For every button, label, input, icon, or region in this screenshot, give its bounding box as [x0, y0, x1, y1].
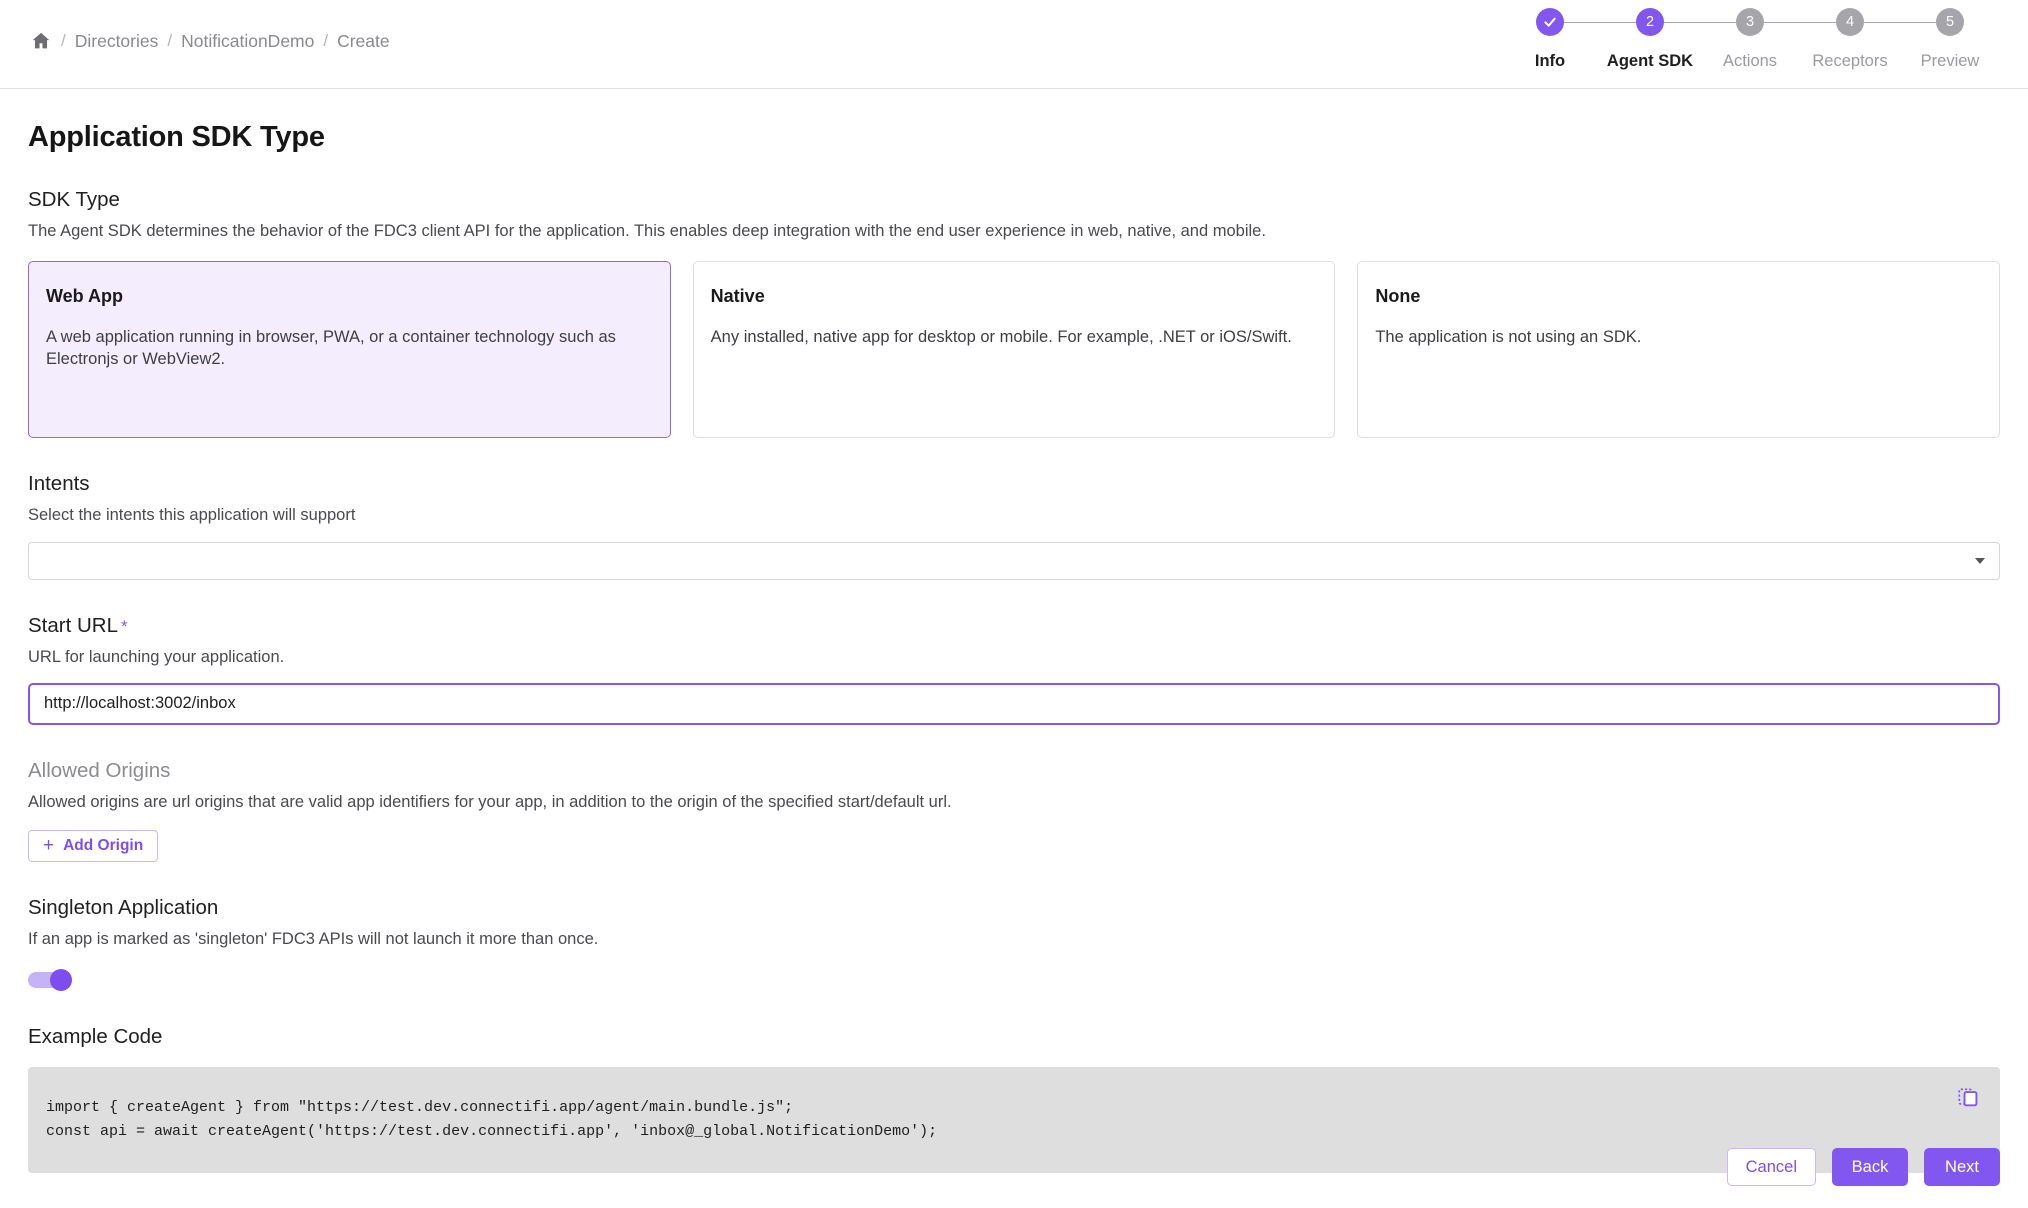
- check-icon: [1544, 17, 1556, 27]
- singleton-toggle-knob: [50, 969, 72, 992]
- sdk-card-web-app-description: A web application running in browser, PW…: [46, 327, 616, 369]
- add-origin-button[interactable]: + Add Origin: [28, 829, 159, 862]
- step-actions-indicator: 3: [1736, 8, 1764, 36]
- start-url-heading: Start URL *: [28, 614, 2000, 638]
- allowed-origins-heading: Allowed Origins: [28, 758, 171, 782]
- back-button[interactable]: Back: [1832, 1148, 1908, 1186]
- breadcrumb-separator-1: /: [167, 31, 173, 50]
- start-url-required-marker: *: [121, 617, 128, 637]
- singleton-heading: Singleton Application: [28, 895, 219, 919]
- example-code-heading: Example Code: [28, 1025, 163, 1049]
- copy-icon[interactable]: [1956, 1086, 1980, 1110]
- step-info[interactable]: Info: [1500, 8, 1600, 71]
- breadcrumb-separator-0: /: [61, 31, 66, 50]
- sdk-type-description: The Agent SDK determines the behavior of…: [28, 222, 1266, 240]
- example-code-line-1: import { createAgent } from "https://tes…: [46, 1099, 794, 1117]
- top-bar: / Directories / NotificationDemo / Creat…: [0, 0, 2028, 89]
- step-preview-label: Preview: [1920, 52, 1980, 70]
- sdk-card-none[interactable]: None The application is not using an SDK…: [1357, 260, 2001, 438]
- sdk-card-native[interactable]: Native Any installed, native app for des…: [692, 260, 1336, 438]
- plus-icon: +: [43, 835, 55, 856]
- singleton-toggle[interactable]: [28, 969, 76, 992]
- next-button[interactable]: Next: [1924, 1148, 2000, 1186]
- step-info-indicator: [1536, 8, 1564, 36]
- step-receptors[interactable]: 4 Receptors: [1800, 8, 1900, 71]
- wizard-stepper: Info 2 Agent SDK 3 Actions 4 Receptors 5…: [1500, 8, 2000, 71]
- sdk-type-heading: SDK Type: [28, 188, 120, 211]
- step-info-label: Info: [1534, 52, 1566, 70]
- step-preview[interactable]: 5 Preview: [1900, 8, 2000, 71]
- start-url-heading-text: Start URL: [28, 614, 118, 638]
- breadcrumb-item-create[interactable]: Create: [337, 31, 390, 52]
- intents-description: Select the intents this application will…: [28, 505, 356, 524]
- page-title: Application SDK Type: [28, 121, 325, 153]
- home-icon[interactable]: [30, 30, 52, 52]
- wizard-footer: Cancel Back Next: [1726, 1148, 2000, 1186]
- step-agent-sdk-indicator: 2: [1636, 8, 1664, 36]
- sdk-card-web-app-title: Web App: [46, 285, 123, 306]
- sdk-card-native-title: Native: [710, 285, 765, 306]
- breadcrumb: / Directories / NotificationDemo / Creat…: [0, 30, 390, 52]
- main-content: Application SDK Type SDK Type The Agent …: [0, 89, 2028, 1208]
- step-agent-sdk-label: Agent SDK: [1606, 52, 1694, 70]
- step-receptors-label: Receptors: [1812, 52, 1888, 70]
- breadcrumb-item-notificationdemo[interactable]: NotificationDemo: [181, 31, 314, 52]
- start-url-description: URL for launching your application.: [28, 648, 285, 667]
- sdk-card-web-app[interactable]: Web App A web application running in bro…: [28, 260, 671, 438]
- sdk-type-card-list: Web App A web application running in bro…: [28, 260, 2001, 438]
- app-root: / Directories / NotificationDemo / Creat…: [0, 0, 2028, 1208]
- add-origin-button-label: Add Origin: [63, 836, 144, 854]
- breadcrumb-separator-2: /: [323, 31, 329, 50]
- allowed-origins-description: Allowed origins are url origins that are…: [28, 792, 952, 811]
- start-url-input[interactable]: [28, 682, 2000, 725]
- step-actions[interactable]: 3 Actions: [1700, 8, 1800, 71]
- sdk-card-none-title: None: [1375, 285, 1421, 306]
- example-code-block: import { createAgent } from "https://tes…: [28, 1067, 2000, 1173]
- example-code-line-2: const api = await createAgent('https://t…: [46, 1122, 938, 1140]
- singleton-description: If an app is marked as 'singleton' FDC3 …: [28, 929, 599, 948]
- step-actions-label: Actions: [1722, 52, 1778, 70]
- step-preview-indicator: 5: [1936, 8, 1964, 36]
- breadcrumb-item-directories[interactable]: Directories: [75, 31, 159, 52]
- chevron-down-icon: [1975, 558, 1985, 565]
- intents-heading: Intents: [28, 471, 90, 495]
- sdk-card-none-description: The application is not using an SDK.: [1375, 327, 1642, 346]
- sdk-card-native-description: Any installed, native app for desktop or…: [710, 327, 1292, 346]
- step-agent-sdk[interactable]: 2 Agent SDK: [1600, 8, 1700, 71]
- intents-select[interactable]: [28, 542, 2000, 581]
- step-receptors-indicator: 4: [1836, 8, 1864, 36]
- cancel-button[interactable]: Cancel: [1726, 1148, 1816, 1186]
